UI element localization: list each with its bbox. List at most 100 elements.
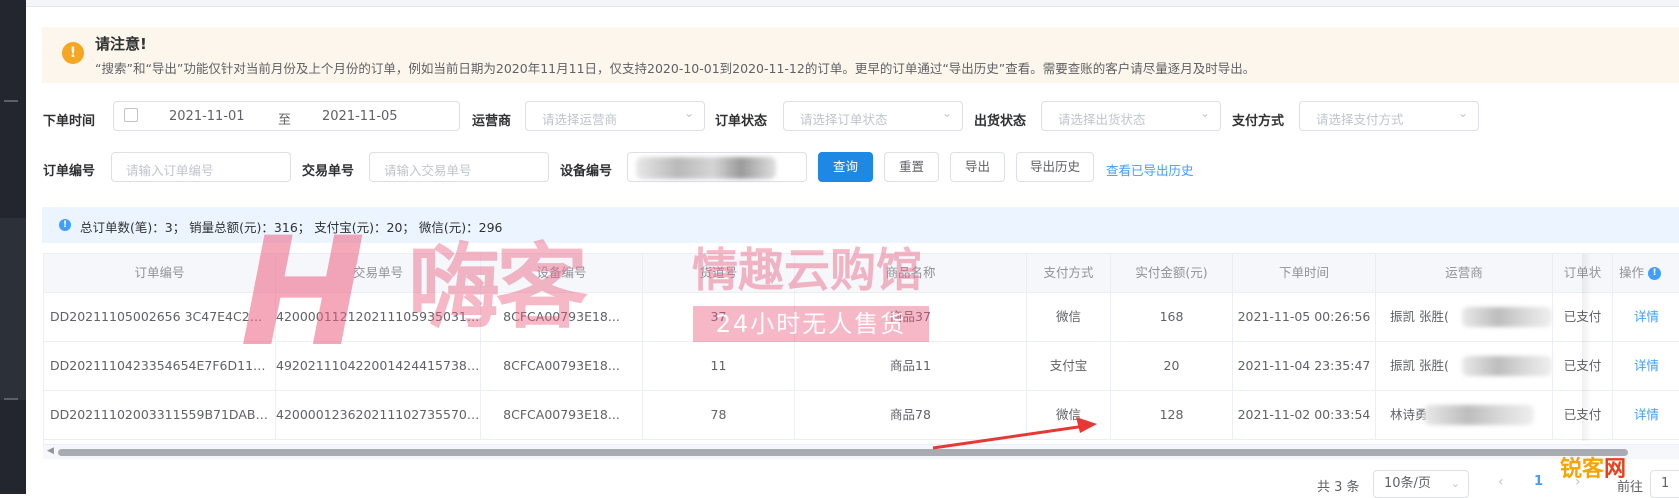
query-button[interactable]: 查询	[818, 152, 873, 182]
header-slot-no[interactable]: 货道号	[643, 254, 795, 292]
cell-product: 商品78	[795, 391, 1027, 439]
calendar-icon	[124, 108, 138, 122]
operator-name: 振凯 张胜(	[1390, 358, 1449, 373]
operator-select[interactable]: 请选择运营商 ⌄	[525, 101, 705, 131]
sidebar	[0, 0, 26, 494]
header-actions-label: 操作	[1619, 265, 1645, 280]
chevron-down-icon: ⌄	[941, 106, 952, 120]
trade-no-input[interactable]: 请输入交易单号	[369, 152, 549, 182]
redacted-value	[636, 157, 776, 179]
operator-name: 林诗勇	[1390, 407, 1428, 422]
cell-slot-no: 78	[643, 391, 795, 439]
reset-button[interactable]: 重置	[884, 152, 939, 182]
pay-method-label: 支付方式	[1232, 114, 1285, 129]
cell-amount: 20	[1111, 342, 1233, 390]
cell-product: 商品37	[795, 293, 1027, 341]
export-button[interactable]: 导出	[950, 152, 1005, 182]
cell-pay-method: 微信	[1027, 293, 1111, 341]
cell-order-time: 2021-11-04 23:35:47	[1233, 342, 1376, 390]
horizontal-scrollbar[interactable]: ◀	[43, 444, 1679, 459]
cell-trade-no: 4920211104220014244157383185 58	[276, 342, 481, 390]
detail-link[interactable]: 详情	[1613, 391, 1679, 439]
ship-status-label: 出货状态	[974, 114, 1027, 129]
order-status-label: 订单状态	[715, 114, 768, 129]
summary-bar: ! 总订单数(笔)：3； 销量总额(元)：316； 支付宝(元)：20； 微信(…	[42, 207, 1679, 243]
cell-pay-method: 支付宝	[1027, 342, 1111, 390]
redacted-value	[1462, 307, 1552, 327]
cell-slot-no: 37	[643, 293, 795, 341]
cell-order-time: 2021-11-02 00:33:54	[1233, 391, 1376, 439]
cell-device-no: 8CFCA00793E18...	[481, 293, 643, 341]
header-device-no[interactable]: 设备编号	[481, 254, 643, 292]
cell-slot-no: 11	[643, 342, 795, 390]
cell-product: 商品11	[795, 342, 1027, 390]
cell-amount: 128	[1111, 391, 1233, 439]
order-no-label: 订单编号	[43, 164, 96, 179]
cell-amount: 168	[1111, 293, 1233, 341]
chevron-down-icon: ⌄	[1199, 106, 1210, 120]
top-bar	[26, 0, 1679, 7]
header-trade-no[interactable]: 交易单号	[276, 254, 481, 292]
scroll-left-icon[interactable]: ◀	[47, 446, 54, 456]
view-exported-link[interactable]: 查看已导出历史	[1106, 160, 1194, 179]
pagination-total: 共 3 条	[1317, 480, 1360, 495]
table-row: DD20211105002656 3C47E4C26A... 420000112…	[44, 293, 1679, 342]
chevron-down-icon: ⌄	[1457, 106, 1468, 120]
export-history-button[interactable]: 导出历史	[1016, 152, 1094, 182]
cell-trade-no: 4200001121202111059350310079	[276, 293, 481, 341]
trade-no-placeholder: 请输入交易单号	[384, 163, 472, 178]
notice-banner: ! 请注意! “搜索”和“导出”功能仅针对当前月份及上个月份的订单，例如当前日期…	[42, 27, 1679, 83]
operator-placeholder: 请选择运营商	[542, 112, 618, 127]
header-actions: 操作!	[1613, 254, 1679, 292]
header-order-time[interactable]: 下单时间	[1233, 254, 1376, 292]
header-product[interactable]: 商品名称	[795, 254, 1027, 292]
trade-no-label: 交易单号	[302, 164, 355, 179]
pay-method-placeholder: 请选择支付方式	[1316, 112, 1404, 127]
pay-method-select[interactable]: 请选择支付方式 ⌄	[1299, 101, 1479, 131]
cell-device-no: 8CFCA00793E18...	[481, 391, 643, 439]
summary-text: 总订单数(笔)：3； 销量总额(元)：316； 支付宝(元)：20； 微信(元)…	[80, 220, 503, 235]
sidebar-icon[interactable]	[4, 398, 18, 400]
cell-device-no: 8CFCA00793E18...	[481, 342, 643, 390]
date-start[interactable]: 2021-11-01	[169, 109, 245, 124]
order-status-select[interactable]: 请选择订单状态 ⌄	[783, 101, 963, 131]
current-page[interactable]: 1	[1534, 474, 1543, 489]
table-header: 订单编号 交易单号 设备编号 货道号 商品名称 支付方式 实付金额(元) 下单时…	[44, 254, 1679, 293]
detail-link[interactable]: 详情	[1613, 293, 1679, 341]
info-icon: !	[59, 219, 71, 231]
warning-icon: !	[62, 42, 84, 64]
header-pay-method[interactable]: 支付方式	[1027, 254, 1111, 292]
ship-status-placeholder: 请选择出货状态	[1058, 112, 1146, 127]
scrollbar-thumb[interactable]	[58, 449, 1628, 456]
table-row: DD2021110423354654E7F6D112B21 4920211104…	[44, 342, 1679, 391]
order-status-placeholder: 请选择订单状态	[800, 112, 888, 127]
header-amount[interactable]: 实付金额(元)	[1111, 254, 1233, 292]
detail-link[interactable]: 详情	[1613, 342, 1679, 390]
ship-status-select[interactable]: 请选择出货状态 ⌄	[1041, 101, 1221, 131]
chevron-down-icon: ⌄	[683, 106, 694, 120]
device-no-input[interactable]	[627, 152, 807, 182]
order-time-label: 下单时间	[43, 114, 96, 129]
orders-table: 订单编号 交易单号 设备编号 货道号 商品名称 支付方式 实付金额(元) 下单时…	[43, 253, 1679, 459]
cell-trade-no: 4200001236202111027355703815	[276, 391, 481, 439]
operator-label: 运营商	[472, 114, 512, 129]
cell-pay-method: 微信	[1027, 391, 1111, 439]
operator-name: 振凯 张胜(	[1390, 309, 1449, 324]
date-end[interactable]: 2021-11-05	[322, 109, 398, 124]
notice-text: “搜索”和“导出”功能仅针对当前月份及上个月份的订单，例如当前日期为2020年1…	[95, 61, 1256, 76]
redacted-value	[1424, 405, 1534, 425]
sidebar-icon[interactable]	[4, 100, 18, 102]
corner-logo-b: 网	[1604, 457, 1627, 482]
header-order-no[interactable]: 订单编号	[44, 254, 276, 292]
fixed-column-shadow	[1582, 254, 1592, 441]
cell-order-no: DD2021110423354654E7F6D112B21	[44, 342, 276, 390]
notice-title: 请注意!	[95, 35, 147, 53]
date-range-picker[interactable]: 2021-11-01 至 2021-11-05	[113, 101, 460, 131]
header-operator[interactable]: 运营商	[1376, 254, 1553, 292]
help-icon[interactable]: !	[1648, 267, 1662, 280]
prev-page-icon[interactable]: ‹	[1498, 474, 1504, 490]
corner-watermark-logo: 锐客网	[1560, 451, 1626, 483]
cell-order-no: DD20211105002656 3C47E4C26A...	[44, 293, 276, 341]
order-no-input[interactable]: 请输入订单编号	[111, 152, 291, 182]
cell-order-no: DD20211102003311559B71DAB163E	[44, 391, 276, 439]
